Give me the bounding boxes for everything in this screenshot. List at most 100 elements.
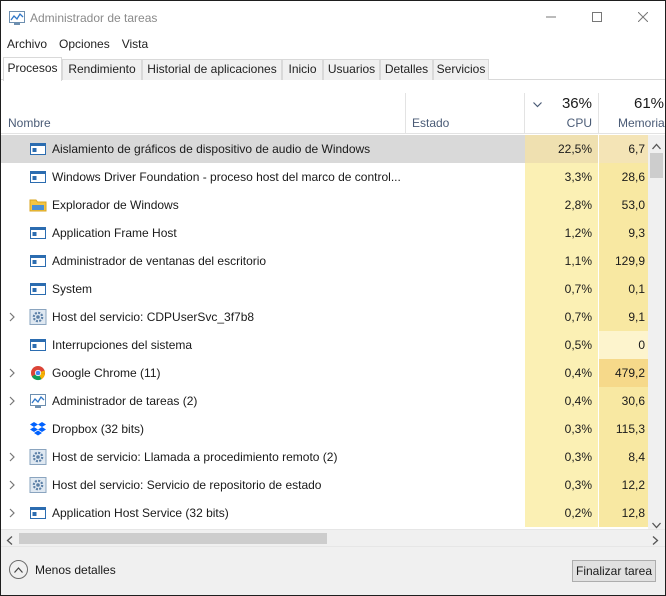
memory-cell: 115,3	[599, 415, 648, 443]
cpu-cell: 0,4%	[525, 359, 599, 387]
process-name: Explorador de Windows	[52, 198, 179, 212]
process-name-cell[interactable]: Aislamiento de gráficos de dispositivo d…	[1, 135, 525, 163]
minimize-icon	[546, 16, 556, 18]
process-row[interactable]: Administrador de tareas (2) 0,4% 30,6	[1, 387, 648, 415]
cpu-cell: 2,8%	[525, 191, 599, 219]
menu-vista[interactable]: Vista	[116, 35, 154, 53]
tab-rendimiento[interactable]: Rendimiento	[62, 59, 142, 80]
close-button[interactable]	[620, 1, 666, 33]
process-name: Application Frame Host	[52, 226, 177, 240]
app-window-icon	[29, 169, 47, 185]
end-task-button[interactable]: Finalizar tarea	[572, 560, 656, 582]
process-row[interactable]: Explorador de Windows 2,8% 53,0	[1, 191, 648, 219]
process-name-cell[interactable]: Application Host Service (32 bits)	[1, 499, 525, 527]
expand-chevron-icon[interactable]	[7, 395, 17, 407]
gear-icon	[29, 449, 47, 465]
cpu-cell: 0,3%	[525, 443, 599, 471]
title-bar[interactable]: Administrador de tareas	[1, 1, 665, 33]
footer-bar: Menos detalles Finalizar tarea	[1, 546, 665, 595]
scroll-left-icon[interactable]	[6, 534, 13, 545]
menu-archivo[interactable]: Archivo	[1, 35, 53, 53]
column-memory[interactable]: 61% Memoria	[599, 93, 665, 134]
memory-cell: 479,2	[599, 359, 648, 387]
process-name-cell[interactable]: Windows Driver Foundation - proceso host…	[1, 163, 525, 191]
vertical-scrollbar[interactable]	[648, 135, 665, 529]
memory-cell: 53,0	[599, 191, 648, 219]
process-row[interactable]: System 0,7% 0,1	[1, 275, 648, 303]
process-name-cell[interactable]: Administrador de tareas (2)	[1, 387, 525, 415]
process-name-cell[interactable]: Google Chrome (11)	[1, 359, 525, 387]
process-row[interactable]: Host del servicio: CDPUserSvc_3f7b8 0,7% 9…	[1, 303, 648, 331]
vertical-scroll-thumb[interactable]	[650, 153, 663, 178]
memory-cell: 129,9	[599, 247, 648, 275]
tab-inicio[interactable]: Inicio	[282, 59, 323, 80]
memory-cell: 6,7	[599, 135, 648, 163]
tab-historial-aplicaciones[interactable]: Historial de aplicaciones	[142, 59, 282, 80]
app-window-icon	[29, 141, 47, 157]
process-name-cell[interactable]: Interrupciones del sistema	[1, 331, 525, 359]
process-row[interactable]: Dropbox (32 bits) 0,3% 115,3	[1, 415, 648, 443]
process-row[interactable]: Host de servicio: Llamada a procedimient…	[1, 443, 648, 471]
column-name[interactable]: Nombre	[1, 93, 406, 134]
cpu-cell: 22,5%	[525, 135, 599, 163]
process-name-cell[interactable]: System	[1, 275, 525, 303]
app-window-icon	[29, 253, 47, 269]
process-name: Host del servicio: CDPUserSvc_3f7b8	[52, 310, 255, 324]
expand-chevron-icon[interactable]	[7, 479, 17, 491]
process-row[interactable]: Aislamiento de gráficos de dispositivo d…	[1, 135, 648, 163]
column-header: Nombre Estado 36% CPU 61% Memoria	[1, 93, 665, 134]
expand-chevron-icon[interactable]	[7, 311, 17, 323]
memory-cell: 0	[599, 331, 648, 359]
task-manager-icon	[29, 393, 47, 409]
tab-servicios[interactable]: Servicios	[433, 59, 489, 80]
process-name-cell[interactable]: Host del servicio: CDPUserSvc_3f7b8	[1, 303, 525, 331]
process-name-cell[interactable]: Dropbox (32 bits)	[1, 415, 525, 443]
memory-cell: 30,6	[599, 387, 648, 415]
process-name: Google Chrome (11)	[52, 366, 161, 380]
horizontal-scrollbar[interactable]	[1, 529, 665, 546]
scroll-right-icon[interactable]	[652, 534, 659, 545]
process-name: System	[52, 282, 93, 296]
horizontal-scroll-thumb[interactable]	[19, 533, 327, 544]
chrome-icon	[29, 365, 47, 381]
memory-cell: 12,8	[599, 499, 648, 527]
tab-detalles[interactable]: Detalles	[380, 59, 433, 80]
fewer-details-toggle[interactable]: Menos detalles	[9, 560, 116, 579]
scroll-up-icon[interactable]	[652, 139, 661, 150]
process-name-cell[interactable]: Explorador de Windows	[1, 191, 525, 219]
process-name: Host del servicio: Servicio de repositor…	[52, 478, 322, 492]
chevron-up-icon	[9, 560, 28, 579]
gear-icon	[29, 309, 47, 325]
expand-chevron-icon[interactable]	[7, 367, 17, 379]
scroll-down-icon[interactable]	[652, 518, 661, 529]
tab-strip: Procesos Rendimiento Historial de aplica…	[1, 57, 665, 81]
cpu-cell: 1,1%	[525, 247, 599, 275]
process-row[interactable]: Application Host Service (32 bits) 0,2% 12…	[1, 499, 648, 527]
process-row[interactable]: Application Frame Host 1,2% 9,3	[1, 219, 648, 247]
expand-chevron-icon[interactable]	[7, 507, 17, 519]
process-name: Application Host Service (32 bits)	[52, 506, 229, 520]
process-name: Dropbox (32 bits)	[52, 422, 145, 436]
expand-chevron-icon[interactable]	[7, 451, 17, 463]
tab-procesos[interactable]: Procesos	[3, 57, 62, 81]
process-name-cell[interactable]: Host del servicio: Servicio de repositor…	[1, 471, 525, 499]
task-manager-window: Administrador de tareas Archivo Opciones…	[0, 0, 666, 596]
process-name: Host de servicio: Llamada a procedimient…	[52, 450, 338, 464]
process-name-cell[interactable]: Application Frame Host	[1, 219, 525, 247]
menu-opciones[interactable]: Opciones	[53, 35, 116, 53]
process-row[interactable]: Google Chrome (11) 0,4% 479,2	[1, 359, 648, 387]
tab-usuarios[interactable]: Usuarios	[323, 59, 380, 80]
process-name: Administrador de tareas (2)	[52, 394, 198, 408]
maximize-button[interactable]	[574, 1, 620, 33]
process-row[interactable]: Interrupciones del sistema 0,5% 0	[1, 331, 648, 359]
column-status[interactable]: Estado	[406, 93, 525, 134]
memory-cell: 12,2	[599, 471, 648, 499]
process-name-cell[interactable]: Administrador de ventanas del escritorio	[1, 247, 525, 275]
close-icon	[638, 12, 648, 22]
minimize-button[interactable]	[528, 1, 574, 33]
process-row[interactable]: Administrador de ventanas del escritorio…	[1, 247, 648, 275]
process-name-cell[interactable]: Host de servicio: Llamada a procedimient…	[1, 443, 525, 471]
process-row[interactable]: Windows Driver Foundation - proceso host…	[1, 163, 648, 191]
process-row[interactable]: Host del servicio: Servicio de repositor…	[1, 471, 648, 499]
column-cpu[interactable]: 36% CPU	[525, 93, 599, 134]
